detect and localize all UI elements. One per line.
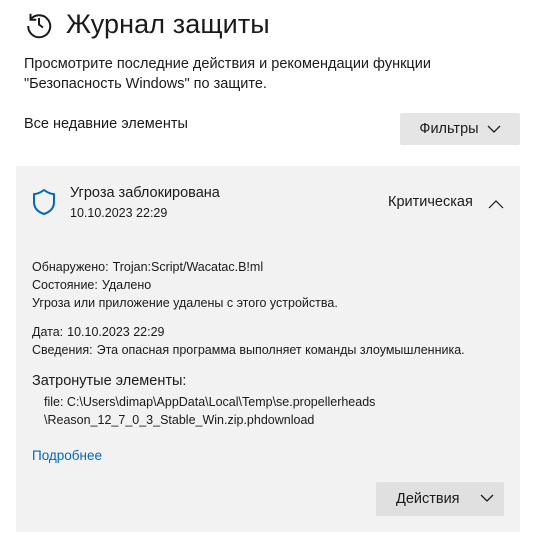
threat-card: Угроза заблокирована 10.10.2023 22:29 Кр…	[16, 166, 520, 532]
threat-title: Угроза заблокирована	[70, 185, 220, 201]
detected-row: Обнаружено: Trojan:Script/Wacatac.B!ml	[32, 260, 263, 274]
actions-button[interactable]: Действия	[376, 482, 504, 516]
page-header: Журнал защиты	[24, 6, 270, 42]
chevron-down-icon	[480, 494, 494, 502]
state-row: Состояние: Удалено	[32, 278, 151, 292]
page-description: Просмотрите последние действия и рекомен…	[24, 56, 431, 92]
affected-items-title: Затронутые элементы:	[32, 373, 187, 389]
actions-button-label: Действия	[396, 491, 460, 507]
affected-file-path-cont: \Reason_12_7_0_3_Stable_Win.zip.phdownlo…	[44, 413, 315, 427]
affected-file-path: file: C:\Users\dimap\AppData\Local\Temp\…	[44, 395, 376, 409]
history-clock-icon	[24, 9, 54, 39]
severity-label: Критическая	[388, 194, 473, 210]
threat-date: 10.10.2023 22:29	[70, 206, 168, 220]
chevron-down-icon	[487, 125, 501, 133]
info-row: Сведения: Эта опасная программа выполняет…	[32, 343, 465, 357]
detected-label: Обнаружено:	[32, 260, 109, 274]
chevron-up-icon[interactable]	[488, 196, 504, 209]
filters-button[interactable]: Фильтры	[400, 113, 520, 145]
state-message: Угроза или приложение удалены с этого ус…	[32, 296, 338, 310]
state-label: Состояние:	[32, 278, 98, 292]
date-row: Дата: 10.10.2023 22:29	[32, 325, 164, 339]
shield-icon	[32, 188, 56, 216]
more-info-link[interactable]: Подробнее	[32, 448, 102, 463]
recent-items-label: Все недавние элементы	[24, 116, 188, 132]
info-value: Эта опасная программа выполняет команды …	[96, 343, 465, 357]
page-title: Журнал защиты	[66, 8, 270, 39]
date-value: 10.10.2023 22:29	[67, 325, 165, 339]
info-label: Сведения:	[32, 343, 93, 357]
filters-button-label: Фильтры	[419, 121, 479, 137]
date-label: Дата:	[32, 325, 64, 339]
detected-value: Trojan:Script/Wacatac.B!ml	[112, 260, 264, 274]
state-value: Удалено	[101, 278, 152, 292]
